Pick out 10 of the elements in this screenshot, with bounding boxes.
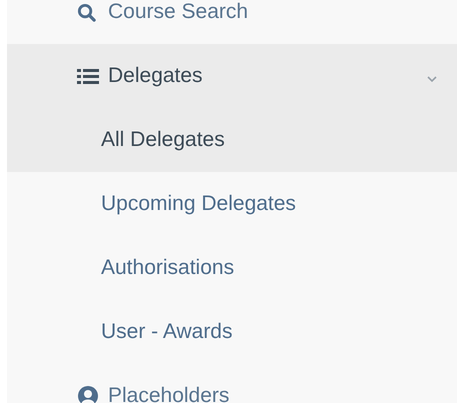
list-icon	[77, 68, 99, 84]
menu-item[interactable]: Course Search	[7, 0, 457, 44]
search-icon	[77, 2, 96, 22]
submenu-item[interactable]: Authorisations	[7, 236, 457, 300]
submenu-item[interactable]: All Delegates	[7, 108, 457, 172]
menu-item[interactable]: Placeholders	[7, 364, 457, 403]
submenu-item[interactable]: Upcoming Delegates	[7, 172, 457, 236]
menu-item[interactable]: Delegates	[7, 44, 457, 108]
submenu-item[interactable]: User - Awards	[7, 300, 457, 364]
chevron-down-icon	[427, 76, 437, 82]
